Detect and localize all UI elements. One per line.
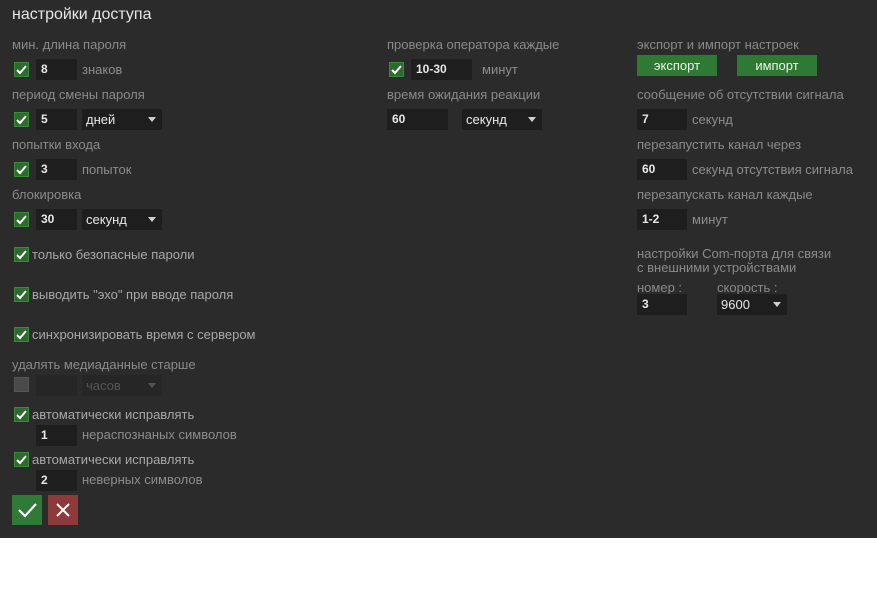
no-signal-msg-label: сообщение об отсутствии сигнала (637, 87, 844, 102)
export-button[interactable]: экспорт (637, 55, 717, 76)
login-attempts-unit: попыток (82, 162, 132, 177)
restart-after-label: перезапустить канал через (637, 137, 802, 152)
operator-check-input[interactable]: 10-30 (411, 59, 472, 80)
check-icon (18, 503, 37, 518)
lockout-label: блокировка (12, 187, 82, 202)
delete-media-unit-value: часов (86, 378, 121, 393)
chevron-down-icon (148, 217, 156, 222)
com-port-number-label: номер : (637, 280, 683, 295)
close-icon (56, 503, 70, 517)
autofix-unrecognized-input[interactable]: 1 (36, 425, 77, 446)
chevron-down-icon (148, 117, 156, 122)
delete-media-label: удалять медиаданные старше (12, 357, 196, 372)
operator-check-label: проверка оператора каждые (387, 37, 560, 52)
import-button[interactable]: импорт (737, 55, 817, 76)
com-port-label-line2: с внешними устройствами (637, 260, 797, 275)
autofix-unrecognized-label: автоматически исправлять (32, 407, 195, 422)
autofix-unrecognized-checkbox[interactable] (14, 407, 29, 422)
safe-only-label: только безопасные пароли (32, 247, 195, 262)
lockout-checkbox[interactable] (14, 212, 29, 227)
change-period-input[interactable]: 5 (36, 109, 77, 130)
delete-media-input[interactable] (36, 375, 77, 396)
restart-after-unit: секунд отсутствия сигнала (692, 162, 854, 177)
no-signal-msg-unit: секунд (692, 112, 733, 127)
sync-time-checkbox[interactable] (14, 327, 29, 342)
autofix-wrong-checkbox[interactable] (14, 452, 29, 467)
min-length-checkbox[interactable] (14, 62, 29, 77)
com-port-label-line1: настройки Com-порта для связи (637, 246, 832, 261)
restart-after-input[interactable]: 60 (637, 159, 687, 180)
export-import-label: экспорт и импорт настроек (637, 37, 799, 52)
no-signal-msg-input[interactable]: 7 (637, 109, 687, 130)
login-attempts-input[interactable]: 3 (36, 159, 77, 180)
safe-only-checkbox[interactable] (14, 247, 29, 262)
chevron-down-icon (148, 383, 156, 388)
autofix-wrong-input[interactable]: 2 (36, 470, 77, 491)
min-length-label: мин. длина пароля (12, 37, 127, 52)
min-length-unit: знаков (82, 62, 123, 77)
sync-time-label: синхронизировать время с сервером (32, 327, 256, 342)
change-period-unit-value: дней (86, 112, 116, 127)
echo-checkbox[interactable] (14, 287, 29, 302)
reaction-wait-input[interactable]: 60 (387, 109, 448, 130)
operator-check-unit: минут (482, 62, 518, 77)
delete-media-unit-select[interactable]: часов (82, 375, 162, 396)
reaction-wait-label: время ожидания реакции (387, 87, 541, 102)
reaction-wait-unit-value: секунд (466, 112, 507, 127)
login-attempts-label: попытки входа (12, 137, 101, 152)
operator-check-checkbox[interactable] (389, 62, 404, 77)
com-port-speed-label: скорость : (717, 280, 778, 295)
cancel-button[interactable] (48, 495, 78, 525)
echo-label: выводить "эхо" при вводе пароля (32, 287, 234, 302)
lockout-unit-select[interactable]: секунд (82, 209, 162, 230)
change-period-checkbox[interactable] (14, 112, 29, 127)
restart-every-label: перезапускать канал каждые (637, 187, 813, 202)
login-attempts-checkbox[interactable] (14, 162, 29, 177)
chevron-down-icon (528, 117, 536, 122)
com-port-speed-select[interactable]: 9600 (717, 294, 787, 315)
autofix-wrong-unit: неверных символов (82, 472, 203, 487)
min-length-input[interactable]: 8 (36, 59, 77, 80)
com-port-speed-value: 9600 (721, 297, 750, 312)
delete-media-checkbox[interactable] (14, 377, 29, 392)
com-port-number-input[interactable]: 3 (637, 294, 687, 315)
ok-button[interactable] (12, 495, 42, 525)
autofix-wrong-label: автоматически исправлять (32, 452, 195, 467)
chevron-down-icon (773, 302, 781, 307)
change-period-unit-select[interactable]: дней (82, 109, 162, 130)
change-period-label: период смены пароля (12, 87, 145, 102)
lockout-unit-value: секунд (86, 212, 127, 227)
reaction-wait-unit-select[interactable]: секунд (462, 109, 542, 130)
autofix-unrecognized-unit: нераспознаных символов (82, 427, 237, 442)
restart-every-input[interactable]: 1-2 (637, 209, 687, 230)
page-title: настройки доступа (12, 6, 152, 23)
restart-every-unit: минут (692, 212, 728, 227)
lockout-input[interactable]: 30 (36, 209, 77, 230)
access-settings-panel: настройки доступа мин. длина пароля 8 зн… (0, 0, 877, 538)
